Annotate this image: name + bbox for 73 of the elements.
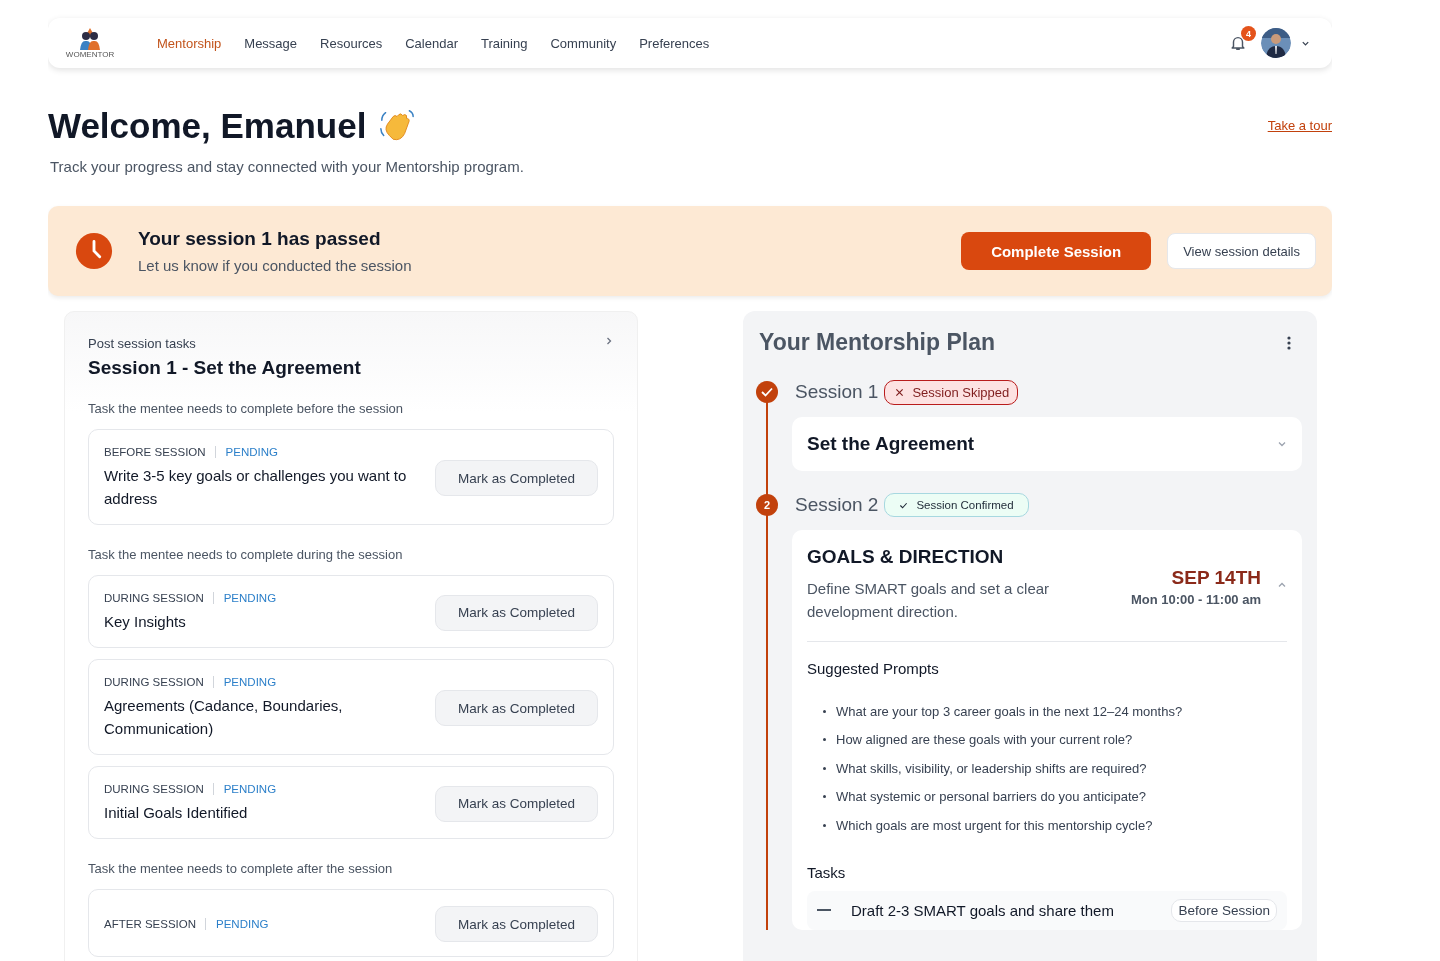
task-text: Agreements (Cadance, Boundaries, Communication) — [104, 696, 344, 739]
complete-session-button[interactable]: Complete Session — [961, 232, 1152, 270]
chevron-right-icon[interactable] — [604, 336, 614, 346]
close-icon — [895, 387, 905, 397]
card-eyebrow: Post session tasks — [88, 336, 197, 351]
nav-link[interactable]: Message — [244, 35, 298, 51]
banner-text: Let us know if you conducted the session — [138, 257, 413, 274]
session-description: Define SMART goals and set a clear development direction. — [807, 579, 1051, 622]
badge-text: Session Skipped — [912, 384, 1010, 400]
plan-title: Your Mentorship Plan — [759, 329, 995, 356]
avatar[interactable] — [1261, 28, 1291, 58]
completed-step-icon — [756, 381, 778, 403]
nav-link[interactable]: Preferences — [639, 35, 710, 51]
task-status: PENDING — [215, 918, 269, 930]
mark-completed-button[interactable]: Mark as Completed — [435, 785, 598, 822]
section-caption: Task the mentee needs to complete during the session — [88, 547, 404, 562]
take-tour-link[interactable]: Take a tour — [1267, 118, 1332, 133]
mark-completed-button[interactable]: Mark as Completed — [435, 594, 598, 631]
task-phase: DURING SESSION — [104, 783, 214, 795]
prompts-heading: Suggested Prompts — [807, 641, 1287, 677]
badge-text: Session Confirmed — [916, 499, 1014, 511]
nav-link[interactable]: Training — [480, 35, 528, 51]
task-status: PENDING — [222, 783, 277, 795]
prompt-text: How aligned are these goals with your current role? — [836, 732, 1133, 748]
session-title: Set the Agreement — [807, 433, 976, 455]
logo-text: WOMENTOR — [65, 49, 115, 59]
prompt-text: What systemic or personal barriers do you anticipate? — [836, 789, 1146, 805]
bullet-icon — [823, 709, 826, 713]
step-number: 2 — [756, 494, 778, 516]
session-label: Session 1 — [795, 381, 879, 403]
card-title: Session 1 - Set the Agreement — [88, 357, 361, 379]
session-title: GOALS & DIRECTION — [807, 546, 1005, 568]
tasks-heading: Tasks — [807, 863, 847, 881]
prompt-text: What are your top 3 career goals in the next 12–24 months? — [836, 703, 1183, 719]
nav-link[interactable]: Mentorship — [157, 35, 222, 51]
task-status: PENDING — [224, 446, 278, 458]
banner-title: Your session 1 has passed — [138, 228, 382, 250]
task-phase: DURING SESSION — [104, 592, 214, 604]
task-text: Initial Goals Identified — [104, 803, 249, 823]
bullet-icon — [823, 795, 826, 799]
nav-link[interactable]: Calendar — [405, 35, 458, 51]
task-text: Key Insights — [104, 612, 187, 632]
nav-link[interactable]: Community — [550, 35, 617, 51]
task-phase: DURING SESSION — [104, 676, 214, 688]
mark-completed-button[interactable]: Mark as Completed — [435, 460, 598, 496]
notification-count: 4 — [1241, 26, 1256, 41]
page-title: Welcome, Emanuel — [48, 106, 367, 146]
task-text: Draft 2-3 SMART goals and share them — [851, 901, 1115, 919]
bullet-icon — [823, 738, 826, 742]
section-caption: Task the mentee needs to complete before the session — [88, 401, 405, 416]
section-caption: Task the mentee needs to complete after the session — [88, 861, 394, 876]
view-details-button[interactable]: View session details — [1167, 233, 1316, 269]
task-text: Write 3-5 key goals or challenges you want to address — [104, 466, 408, 509]
clock-icon — [75, 232, 113, 270]
session-time: Mon 10:00 - 11:00 am — [1130, 592, 1261, 607]
check-icon — [899, 500, 909, 510]
nav-link[interactable]: Resources — [320, 35, 383, 51]
bullet-icon — [823, 766, 826, 770]
more-options-icon[interactable] — [1286, 334, 1292, 351]
task-phase: AFTER SESSION — [104, 918, 207, 930]
task-status: PENDING — [222, 592, 277, 604]
bullet-icon — [823, 823, 826, 827]
session-label: Session 2 — [795, 494, 879, 516]
task-phase: BEFORE SESSION — [104, 446, 216, 458]
mark-completed-button[interactable]: Mark as Completed — [435, 906, 598, 942]
prompt-text: Which goals are most urgent for this mentorship cycle? — [836, 817, 1153, 833]
task-tag: Before Session — [1171, 898, 1277, 922]
prompt-text: What skills, visibility, or leadership shifts are required? — [836, 760, 1147, 776]
page-subtitle: Track your progress and stay connected with your Mentorship program. — [50, 158, 524, 175]
task-status: PENDING — [222, 676, 277, 688]
mark-completed-button[interactable]: Mark as Completed — [435, 690, 598, 726]
notification-button[interactable] — [1229, 34, 1247, 52]
session-date: SEP 14TH — [1170, 567, 1261, 589]
